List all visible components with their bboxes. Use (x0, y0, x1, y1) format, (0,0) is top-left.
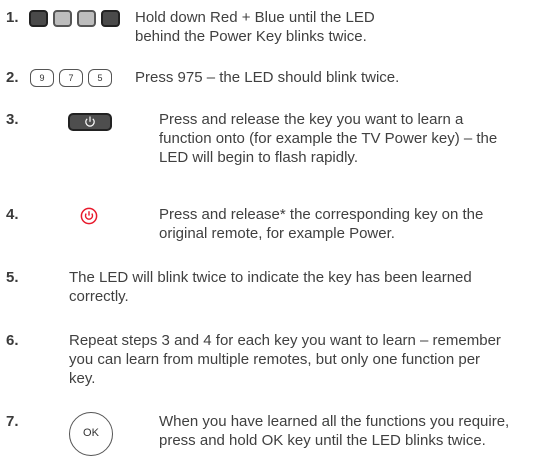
step-text: Press and release* the corresponding key… (159, 206, 484, 242)
step-text: Hold down Red + Blue until the LED behin… (135, 9, 375, 45)
color-key-icon (29, 10, 48, 27)
step-number: 5. (6, 269, 19, 286)
number-key-9: 9 (30, 69, 54, 87)
number-key-7: 7 (59, 69, 83, 87)
red-power-icon (80, 207, 98, 225)
step-text: Press 975 – the LED should blink twice. (135, 69, 400, 86)
step-text: The LED will blink twice to indicate the… (69, 269, 472, 305)
color-key-icon (77, 10, 96, 27)
step-number: 7. (6, 413, 19, 430)
step-number: 1. (6, 9, 19, 26)
step-number: 6. (6, 332, 19, 349)
ok-button-icon: OK (69, 412, 113, 456)
step-number: 2. (6, 69, 19, 86)
color-key-icon (101, 10, 120, 27)
step-text: Press and release the key you want to le… (159, 111, 498, 166)
number-key-5: 5 (88, 69, 112, 87)
power-key-icon (68, 113, 112, 131)
step-number: 3. (6, 111, 19, 128)
step-text: Repeat steps 3 and 4 for each key you wa… (69, 332, 501, 387)
step-number: 4. (6, 206, 19, 223)
color-key-icon (53, 10, 72, 27)
step-text: When you have learned all the functions … (159, 413, 510, 449)
